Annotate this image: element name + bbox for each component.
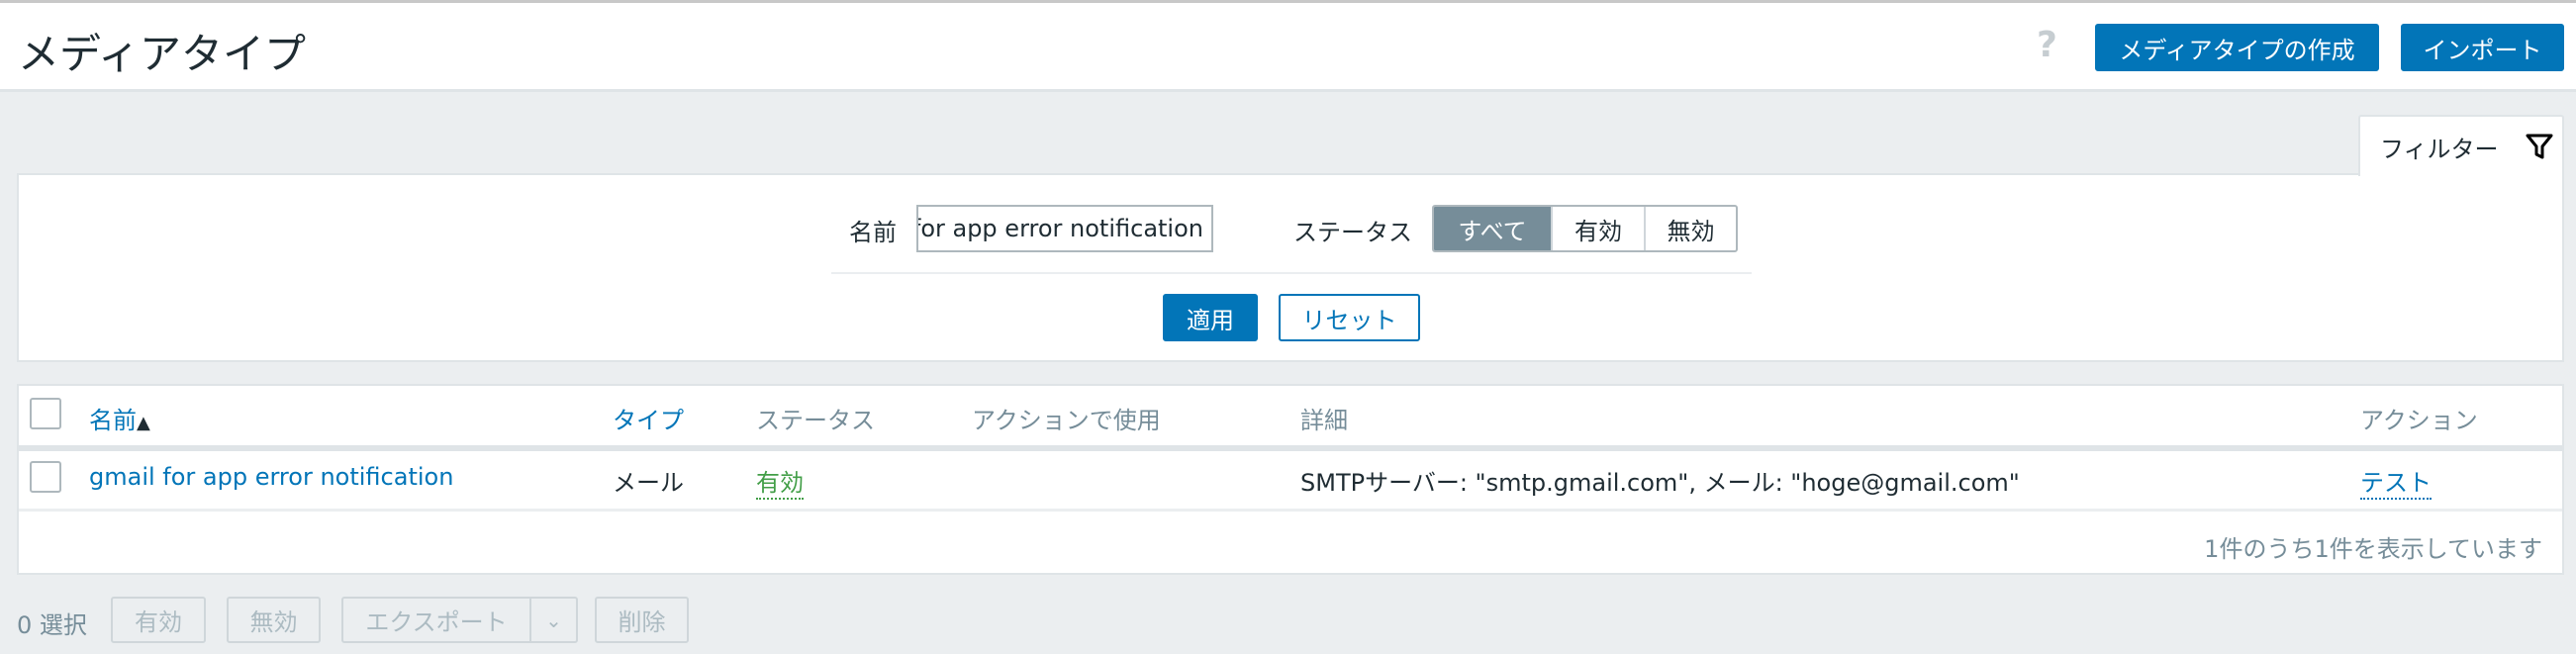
header-divider	[19, 445, 2562, 451]
export-dropdown-button[interactable]: ⌄	[529, 597, 578, 643]
column-header-actions: アクション	[2360, 407, 2478, 434]
media-type-name-link[interactable]: gmail for app error notification	[89, 463, 453, 491]
row-divider	[19, 509, 2562, 512]
table-footer-count: 1件のうち1件を表示しています	[2204, 535, 2542, 563]
media-types-table: 名前▲ タイプ ステータス アクションで使用 詳細 アクション gmail fo…	[17, 384, 2564, 575]
create-media-type-button[interactable]: メディアタイプの作成	[2095, 24, 2379, 71]
sort-asc-icon: ▲	[137, 413, 150, 433]
name-filter-label: 名前	[849, 219, 897, 246]
export-button[interactable]: エクスポート	[341, 597, 531, 643]
delete-button[interactable]: 削除	[595, 597, 689, 643]
question-icon[interactable]: ?	[2037, 25, 2057, 65]
page-title: メディアタイプ	[18, 30, 307, 78]
column-header-type[interactable]: タイプ	[613, 401, 684, 435]
status-toggle[interactable]: 有効	[756, 463, 804, 500]
row-checkbox[interactable]	[30, 461, 61, 493]
column-header-status: ステータス	[756, 407, 875, 434]
selected-count: 0 選択	[17, 611, 87, 639]
test-link[interactable]: テスト	[2360, 463, 2432, 500]
name-filter-value: gmail for app error notification	[918, 215, 1203, 242]
disable-button[interactable]: 無効	[227, 597, 321, 643]
status-option-disabled[interactable]: 無効	[1644, 207, 1736, 250]
apply-button[interactable]: 適用	[1163, 294, 1258, 341]
select-all-checkbox[interactable]	[30, 398, 61, 429]
name-filter-input[interactable]: gmail for app error notification	[916, 205, 1213, 252]
filter-tab-label: フィルター	[2380, 135, 2499, 163]
chevron-down-icon: ⌄	[545, 607, 562, 632]
enable-button[interactable]: 有効	[111, 597, 206, 643]
column-header-name[interactable]: 名前▲	[89, 401, 150, 435]
media-type-details: SMTPサーバー: "smtp.gmail.com", メール: "hoge@g…	[1300, 469, 2020, 497]
import-button[interactable]: インポート	[2401, 24, 2564, 71]
status-filter-label: ステータス	[1293, 219, 1412, 246]
status-option-enabled[interactable]: 有効	[1551, 207, 1644, 250]
column-header-details: 詳細	[1300, 407, 1348, 434]
filter-divider	[831, 272, 1752, 274]
filter-tab[interactable]: フィルター	[2358, 115, 2564, 176]
column-header-used-in-actions: アクションで使用	[972, 407, 1161, 434]
filter-icon	[2526, 134, 2553, 159]
status-option-all[interactable]: すべて	[1434, 207, 1551, 250]
reset-button[interactable]: リセット	[1279, 294, 1420, 341]
status-filter-segment: すべて 有効 無効	[1432, 205, 1738, 252]
page-header: メディアタイプ ? メディアタイプの作成 インポート	[0, 3, 2576, 92]
media-type-type: メール	[613, 469, 684, 497]
